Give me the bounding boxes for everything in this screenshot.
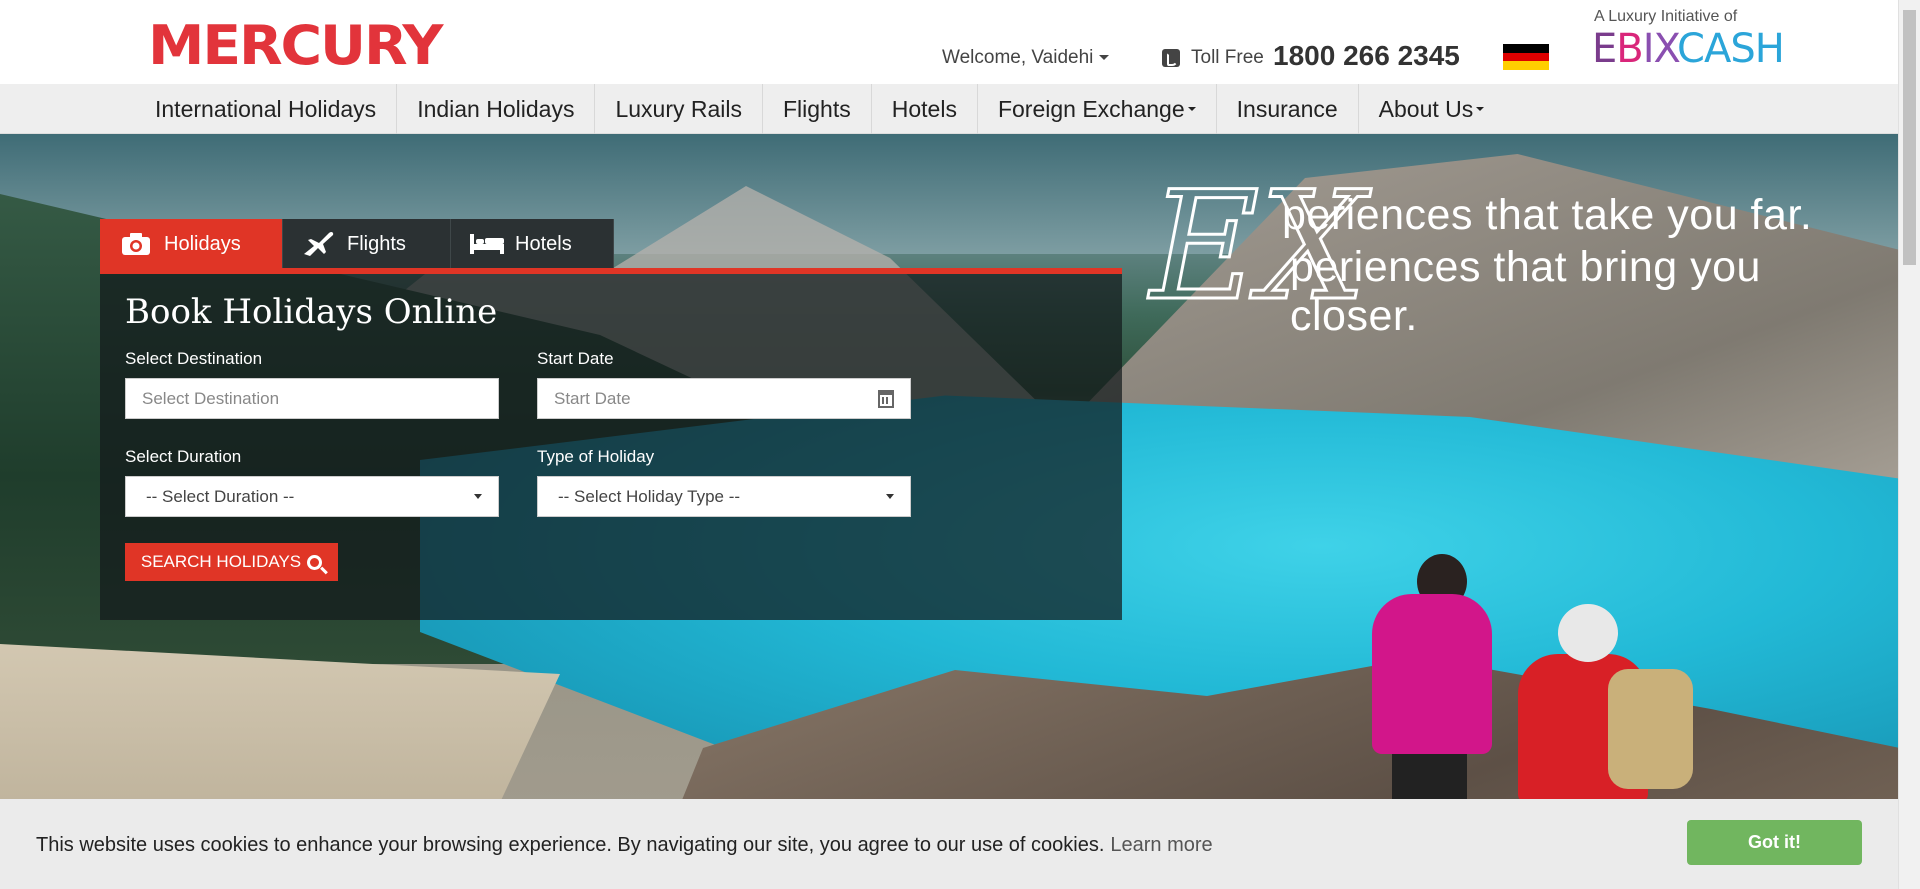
toll-free-number[interactable]: 1800 266 2345 [1273,40,1460,72]
tab-label: Holidays [164,232,241,255]
booking-panel: Book Holidays Online Select Destination … [100,268,1122,620]
chevron-down-icon [1099,55,1110,61]
duration-label: Select Duration [125,447,242,466]
scrollbar-thumb[interactable] [1903,10,1916,265]
nav-item-about-us[interactable]: About Us [1359,84,1505,134]
main-nav: International Holidays Indian Holidays L… [0,84,1898,134]
bed-icon [467,232,507,256]
search-holidays-button[interactable]: SEARCH HOLIDAYS [125,543,338,581]
nav-label: About Us [1378,95,1474,122]
nav-label: Foreign Exchange [997,95,1185,122]
got-it-button[interactable]: Got it! [1687,820,1862,865]
welcome-user-menu[interactable]: Welcome, Vaidehi [942,47,1110,69]
camera-icon [116,232,156,256]
nav-label: International Holidays [155,95,377,122]
holiday-type-select[interactable]: -- Select Holiday Type -- [537,476,911,517]
nav-item-international-holidays[interactable]: International Holidays [135,84,398,134]
nav-label: Hotels [891,95,957,122]
duration-selected-value: -- Select Duration -- [146,486,295,506]
site-header: MERCURY Welcome, Vaidehi Toll Free 1800 … [0,0,1898,84]
nav-item-hotels[interactable]: Hotels [872,84,978,134]
chevron-down-icon [474,494,482,499]
nav-label: Flights [783,95,851,122]
hero-banner: EX periences that take you far. perience… [0,134,1898,889]
learn-more-link[interactable]: Learn more [1110,834,1212,856]
destination-placeholder: Select Destination [142,388,280,408]
welcome-text: Welcome, Vaidehi [942,47,1094,68]
start-date-label: Start Date [537,349,614,368]
nav-label: Insurance [1236,95,1338,122]
cookie-consent-bar: This website uses cookies to enhance you… [0,799,1898,889]
holiday-type-selected-value: -- Select Holiday Type -- [558,486,741,506]
nav-item-flights[interactable]: Flights [763,84,872,134]
calendar-icon[interactable] [878,389,894,408]
nav-item-indian-holidays[interactable]: Indian Holidays [397,84,596,134]
nav-label: Indian Holidays [417,95,575,122]
start-date-placeholder: Start Date [554,388,631,408]
destination-label: Select Destination [125,349,263,368]
destination-input[interactable]: Select Destination [125,378,499,419]
germany-flag-icon[interactable] [1503,44,1549,70]
chevron-down-icon [886,494,894,499]
start-date-input[interactable]: Start Date [537,378,911,419]
search-button-label: SEARCH HOLIDAYS [140,552,302,571]
airplane-icon [299,230,339,258]
nav-item-insurance[interactable]: Insurance [1217,84,1359,134]
chevron-down-icon [1187,107,1196,111]
holiday-type-label: Type of Holiday [537,447,655,466]
tab-label: Hotels [515,232,572,255]
phone-icon [1162,49,1180,67]
tab-hotels[interactable]: Hotels [451,219,614,269]
search-icon [307,554,323,570]
luxury-initiative-text: A Luxury Initiative of [1594,8,1738,25]
chevron-down-icon [1476,107,1485,111]
page-scrollbar[interactable] [1898,0,1920,889]
booking-tabs: Holidays Flights Hotels [100,219,614,269]
duration-select[interactable]: -- Select Duration -- [125,476,499,517]
cookie-message-text: This website uses cookies to enhance you… [36,834,1105,856]
tab-holidays[interactable]: Holidays [100,219,283,269]
booking-title: Book Holidays Online [125,292,498,332]
hero-tagline: EX periences that take you far. perience… [1148,171,1890,341]
tab-flights[interactable]: Flights [283,219,451,269]
mercury-logo[interactable]: MERCURY [148,14,443,77]
nav-item-luxury-rails[interactable]: Luxury Rails [595,84,763,134]
tab-label: Flights [347,232,406,255]
tagline-line-1: periences that take you far. [1282,191,1813,239]
nav-item-foreign-exchange[interactable]: Foreign Exchange [978,84,1217,134]
toll-free-label: Toll Free [1191,47,1264,68]
ebixcash-logo[interactable]: EBIXCASH [1592,26,1785,72]
tagline-line-2: periences that bring you closer. [1290,243,1761,340]
nav-label: Luxury Rails [615,95,742,122]
cookie-message: This website uses cookies to enhance you… [36,834,1213,857]
